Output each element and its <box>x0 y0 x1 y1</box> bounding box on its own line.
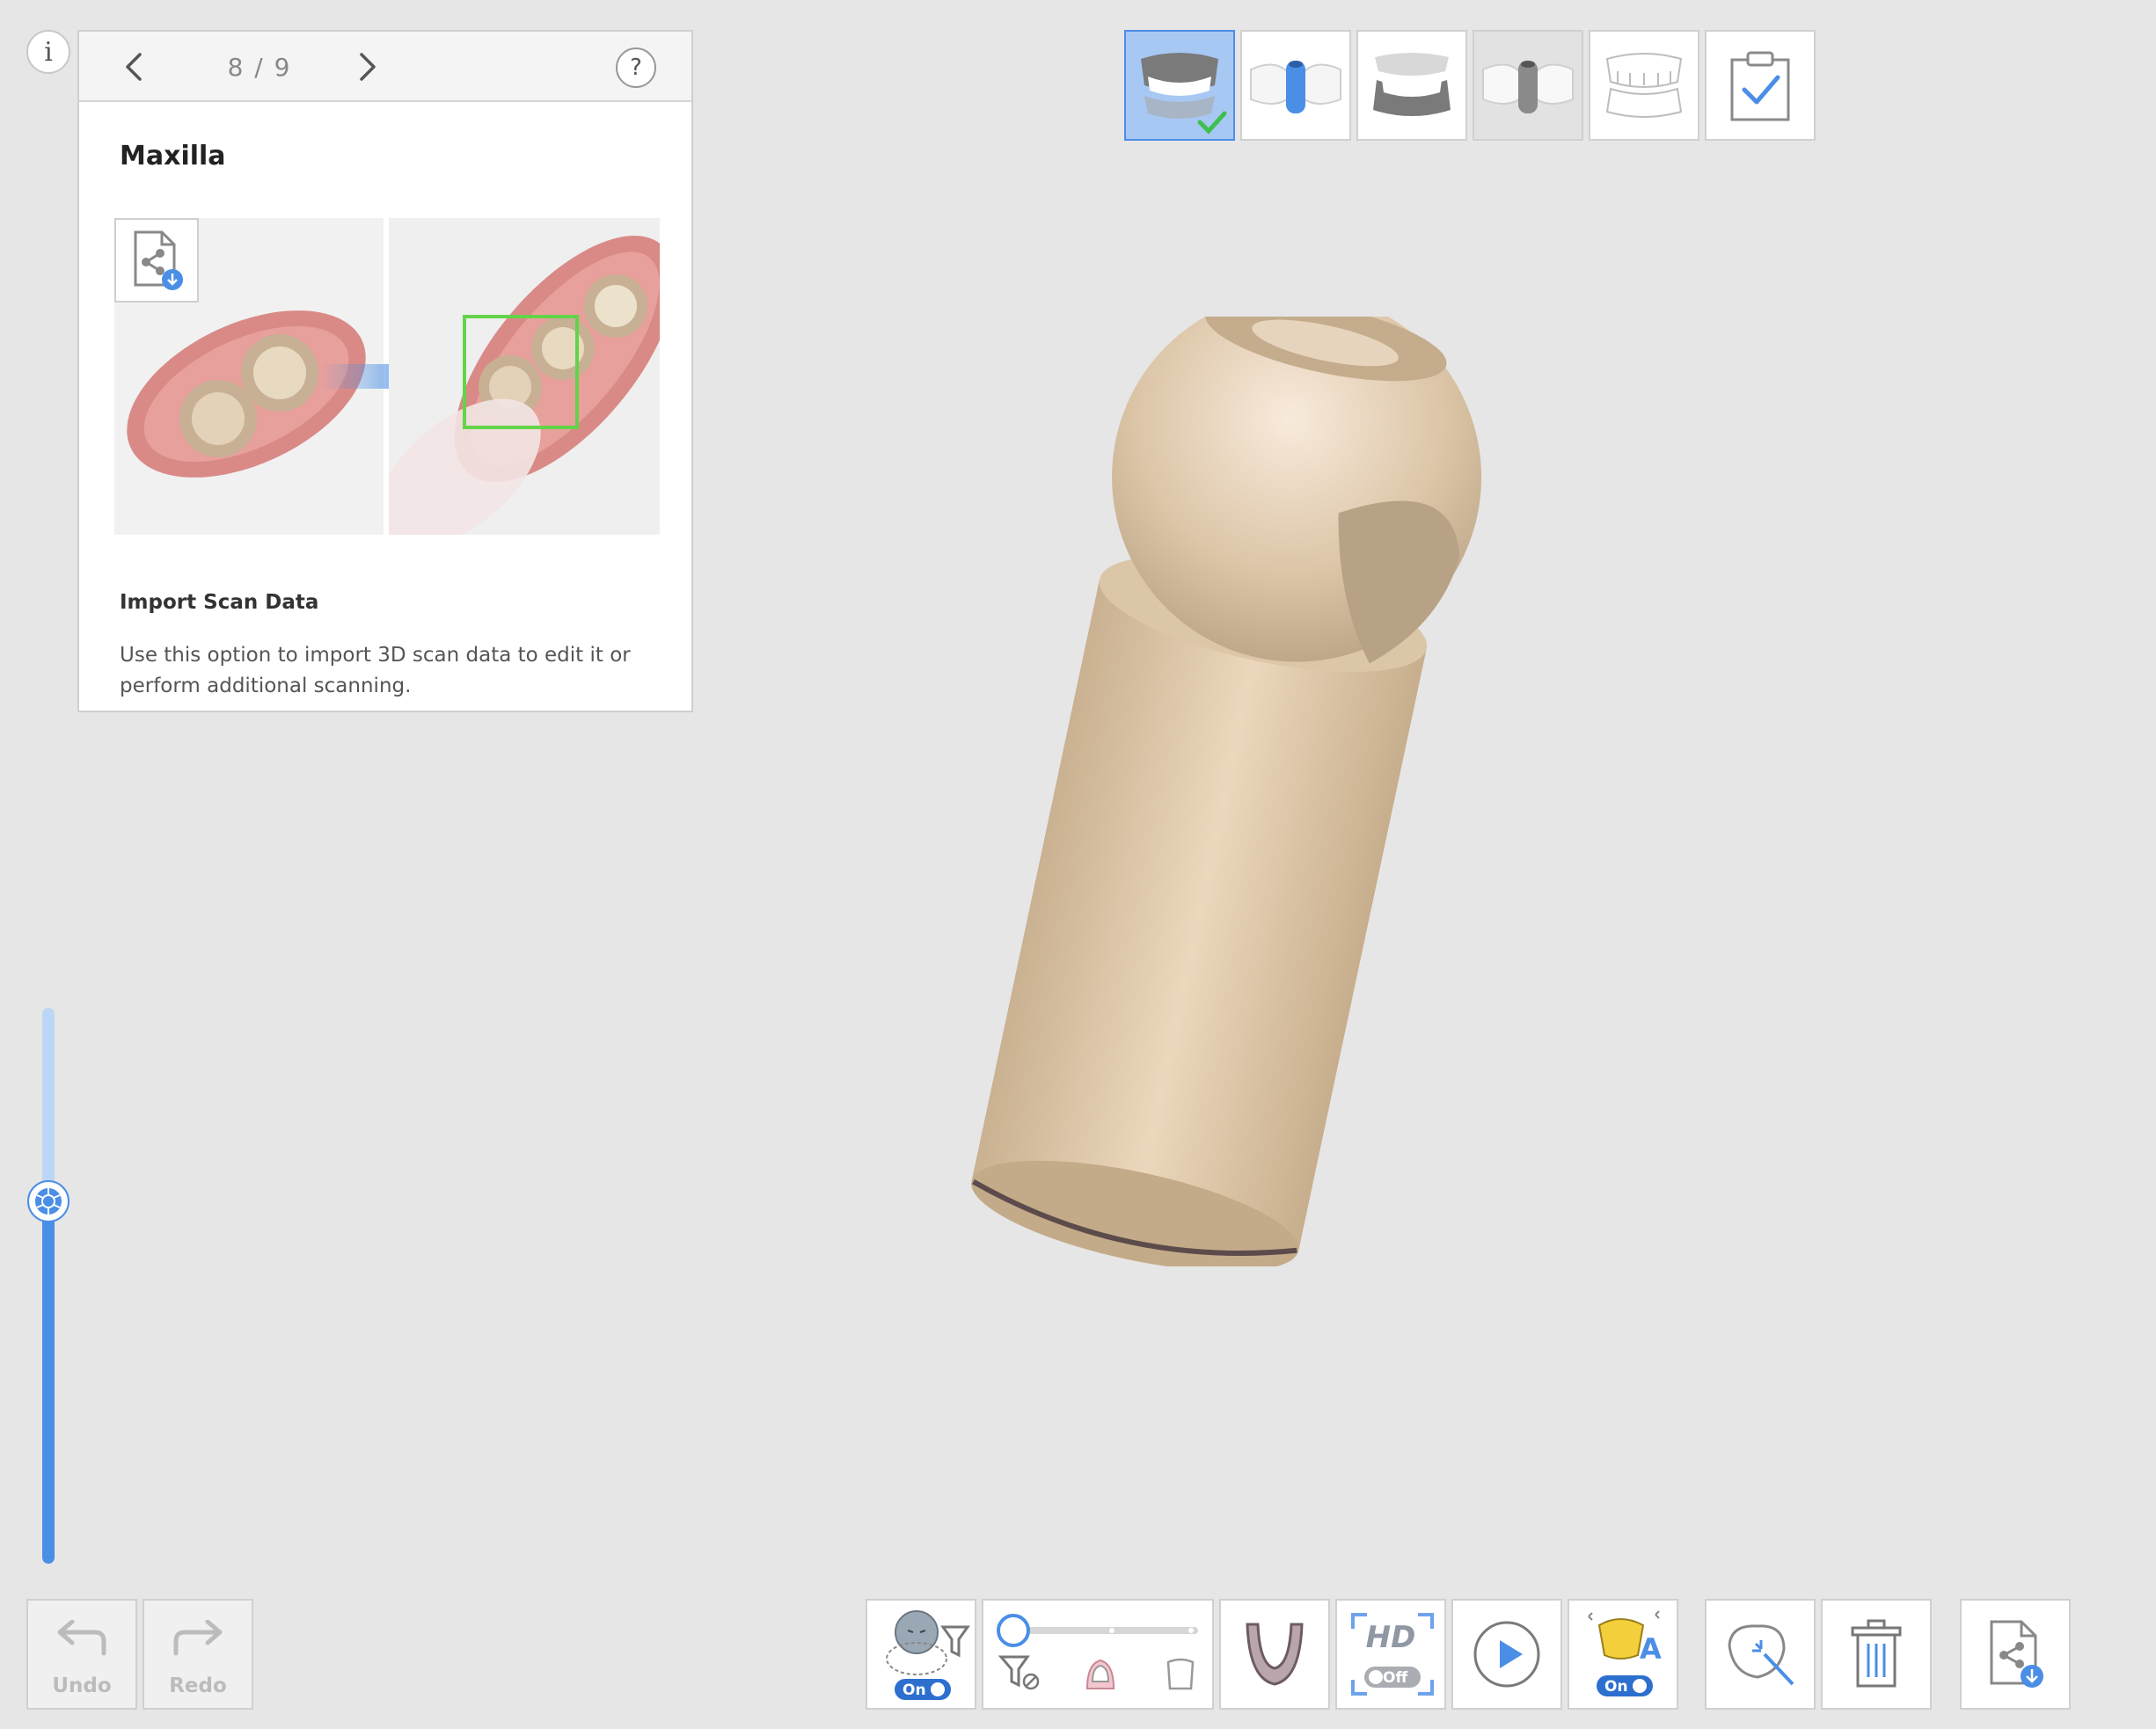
step-mandible-scanbody[interactable] <box>1473 30 1583 141</box>
no-filter-icon <box>998 1655 1040 1690</box>
filter-level-slider[interactable] <box>982 1599 1214 1710</box>
smart-select-button[interactable] <box>1705 1599 1816 1710</box>
color-analysis-button[interactable]: A On <box>1568 1599 1678 1710</box>
ai-filter-button[interactable]: On <box>866 1599 976 1710</box>
scanbody-gray-icon <box>1482 61 1574 113</box>
after-scan-image <box>389 218 660 535</box>
step-maxilla[interactable] <box>1124 30 1235 141</box>
clipboard-check-icon <box>1730 51 1790 121</box>
guide-subtitle: Import Scan Data <box>120 591 319 614</box>
chevron-left-icon <box>126 53 142 81</box>
step-occlusion[interactable] <box>1589 30 1699 141</box>
guide-illustration <box>114 218 660 535</box>
slider-handle[interactable] <box>27 1180 69 1222</box>
redo-button[interactable]: Redo <box>143 1599 253 1710</box>
check-icon <box>1197 111 1227 135</box>
import-scan-data-button[interactable] <box>1960 1599 2071 1710</box>
redo-arrow-icon <box>173 1620 223 1656</box>
undo-button[interactable]: Undo <box>26 1599 137 1710</box>
redo-label: Redo <box>169 1674 227 1697</box>
workflow-steps <box>1124 30 1816 141</box>
hd-toggle-label: Off <box>1383 1669 1408 1687</box>
undo-arrow-icon <box>57 1620 106 1656</box>
arch-tray-button[interactable] <box>1219 1599 1330 1710</box>
help-button[interactable]: ? <box>616 47 656 88</box>
color-crown-icon: A <box>1588 1610 1662 1666</box>
scan-range-slider[interactable] <box>27 1008 69 1564</box>
page-indicator: 8 / 9 <box>227 53 292 82</box>
guide-header: 8 / 9 ? <box>79 32 691 102</box>
hd-label: HD <box>1365 1620 1416 1655</box>
guide-title: Maxilla <box>120 141 226 171</box>
color-toggle-label: On <box>1604 1678 1628 1696</box>
filter-slider-track <box>997 1614 1198 1647</box>
ai-filter-icon <box>886 1610 970 1675</box>
guide-panel: 8 / 9 ? Maxilla Import Scan Data Use thi… <box>77 30 693 712</box>
hd-mode-button[interactable]: HD Off <box>1335 1599 1446 1710</box>
import-file-icon <box>114 218 199 303</box>
scanbody-blue-icon <box>1250 61 1341 113</box>
slider-track-lower <box>42 1201 55 1564</box>
next-page-button[interactable] <box>348 47 387 86</box>
step-maxilla-scanbody[interactable] <box>1240 30 1351 141</box>
scanbody-3d-model[interactable] <box>915 317 1531 1266</box>
tooth-magic-wand-icon <box>1728 1624 1794 1686</box>
ai-filter-toggle-label: On <box>903 1682 926 1699</box>
import-file-icon <box>1990 1620 2043 1688</box>
play-scan-button[interactable] <box>1451 1599 1562 1710</box>
occlusion-teeth-icon <box>1605 53 1683 118</box>
guide-description: Use this option to import 3D scan data t… <box>120 644 631 697</box>
info-button[interactable]: i <box>26 30 70 74</box>
mandible-teeth-icon <box>1373 53 1451 116</box>
svg-text:A: A <box>1640 1632 1662 1666</box>
aperture-icon <box>35 1188 62 1215</box>
slider-track-upper <box>42 1008 55 1201</box>
undo-label: Undo <box>52 1674 112 1697</box>
trash-icon <box>1851 1619 1902 1688</box>
delete-button[interactable] <box>1821 1599 1932 1710</box>
play-icon <box>1473 1621 1540 1688</box>
dental-arch-icon <box>1246 1623 1304 1686</box>
step-mandible[interactable] <box>1356 30 1467 141</box>
prev-page-button[interactable] <box>114 47 153 86</box>
gingiva-tooth-icon <box>1085 1659 1115 1689</box>
chevron-right-icon <box>360 53 376 81</box>
tooth-icon <box>1166 1658 1195 1690</box>
step-review[interactable] <box>1705 30 1816 141</box>
